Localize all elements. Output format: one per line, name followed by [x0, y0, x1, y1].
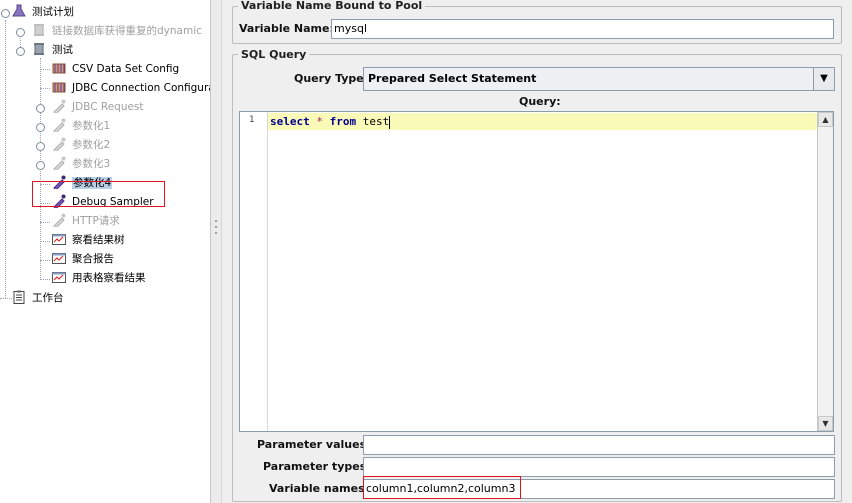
variable-name-input[interactable]: mysql [331, 19, 834, 39]
tree-item-thread-group-disabled[interactable]: 链接数据库获得重复的dynamic [32, 22, 202, 41]
tree-item-http-request[interactable]: HTTP请求 [52, 212, 120, 231]
flask-icon [12, 4, 26, 18]
expand-toggle[interactable] [36, 142, 45, 151]
annotation-highlight-box [363, 476, 521, 499]
expand-toggle[interactable] [16, 47, 25, 56]
pool-group-legend: Variable Name Bound to Pool [238, 0, 426, 12]
parameter-types-label: Parameter types: [263, 460, 371, 473]
tree-item-label: 聚合报告 [72, 253, 114, 265]
tree-item-label: 链接数据库获得重复的dynamic [52, 25, 202, 37]
expand-toggle[interactable] [1, 9, 10, 18]
tree-connector [40, 88, 50, 89]
pipette-icon [52, 137, 66, 153]
parameter-values-input[interactable] [363, 435, 835, 455]
tree-item-label: 测试计划 [32, 6, 74, 18]
split-pane-divider[interactable] [210, 0, 222, 503]
tree-item-label: JDBC Connection Configurati [72, 82, 210, 94]
pipette-icon [52, 99, 66, 115]
listener-chart-icon [52, 232, 66, 246]
parameter-types-input[interactable] [363, 457, 835, 477]
tree-item-label: 工作台 [32, 292, 64, 304]
tree-item-label: 参数化1 [72, 120, 111, 132]
tree-item-thread-group[interactable]: 测试 [32, 41, 73, 60]
grip-dot [215, 226, 217, 228]
current-line[interactable]: select * from test [268, 113, 818, 130]
tree-item-jdbc-request[interactable]: JDBC Request [52, 98, 144, 117]
test-plan-tree[interactable]: 测试计划 链接数据库获得重复的dynamic 测试 CSV Data Set C… [0, 0, 210, 503]
tree-item-label: 参数化2 [72, 139, 111, 151]
tree-item-label: JDBC Request [72, 101, 144, 113]
tree-connector [5, 20, 6, 298]
tree-connector [40, 222, 50, 223]
sql-keyword: select [270, 115, 310, 128]
line-number: 1 [249, 115, 255, 125]
tree-item-label: HTTP请求 [72, 215, 120, 227]
spool-icon [32, 23, 46, 37]
sql-query-editor[interactable]: 1 select * from test ▲ ▼ [239, 111, 834, 432]
tree-connector [40, 69, 50, 70]
editor-vertical-scrollbar[interactable]: ▲ ▼ [817, 112, 833, 431]
tree-item-param-1[interactable]: 参数化1 [52, 117, 110, 136]
variable-name-label: Variable Name: [239, 22, 334, 35]
tree-connector [0, 298, 12, 299]
sql-query-legend: SQL Query [238, 49, 310, 61]
pipette-icon [52, 118, 66, 134]
clipboard-icon [12, 290, 26, 304]
query-type-label: Query Type: [294, 72, 369, 85]
tree-item-view-results-table[interactable]: 用表格察看结果 [52, 269, 146, 288]
tree-item-label: 测试 [52, 44, 73, 56]
line-number-gutter: 1 [240, 112, 268, 431]
pipette-icon [52, 213, 66, 229]
sql-identifier: test [362, 115, 390, 128]
listener-chart-icon [52, 270, 66, 284]
tree-item-label: 察看结果树 [72, 234, 125, 246]
tree-item-test-plan[interactable]: 测试计划 [12, 3, 74, 22]
text-caret [389, 115, 391, 129]
tree-item-jdbc-connection[interactable]: JDBC Connection Configurati [52, 79, 210, 98]
tree-item-param-2[interactable]: 参数化2 [52, 136, 110, 155]
annotation-highlight-box [32, 181, 165, 207]
tree-item-aggregate-report[interactable]: 聚合报告 [52, 250, 114, 269]
tree-item-workbench[interactable]: 工作台 [12, 289, 64, 308]
expand-toggle[interactable] [36, 104, 45, 113]
jdbc-request-panel: Variable Name Bound to Pool Variable Nam… [222, 0, 852, 503]
tree-item-view-results-tree[interactable]: 察看结果树 [52, 231, 125, 250]
tree-item-label: 参数化3 [72, 158, 111, 170]
scroll-down-icon[interactable]: ▼ [818, 416, 833, 431]
tree-connector [40, 241, 50, 242]
grip-dot [215, 232, 217, 234]
query-label: Query: [519, 95, 561, 108]
tree-connector [40, 260, 50, 261]
tree-item-csv-data-set[interactable]: CSV Data Set Config [52, 60, 179, 79]
spool-icon [32, 42, 46, 56]
config-element-icon [52, 80, 66, 94]
expand-toggle[interactable] [36, 161, 45, 170]
sql-operator: * [316, 115, 323, 128]
listener-chart-icon [52, 251, 66, 265]
tree-item-label: 用表格察看结果 [72, 272, 146, 284]
config-element-icon [52, 61, 66, 75]
tree-item-param-3[interactable]: 参数化3 [52, 155, 110, 174]
expand-toggle[interactable] [36, 123, 45, 132]
variable-names-label: Variable names: [269, 482, 370, 495]
query-type-value: Prepared Select Statement [368, 72, 537, 85]
expand-toggle[interactable] [16, 28, 25, 37]
tree-item-label: CSV Data Set Config [72, 63, 180, 75]
grip-dot [215, 220, 217, 222]
query-type-select[interactable]: Prepared Select Statement ▼ [363, 67, 835, 91]
pipette-icon [52, 156, 66, 172]
tree-connector [40, 279, 50, 280]
sql-keyword: from [329, 115, 357, 128]
scroll-up-icon[interactable]: ▲ [818, 112, 833, 127]
chevron-down-icon[interactable]: ▼ [813, 68, 834, 90]
parameter-values-label: Parameter values: [257, 438, 371, 451]
